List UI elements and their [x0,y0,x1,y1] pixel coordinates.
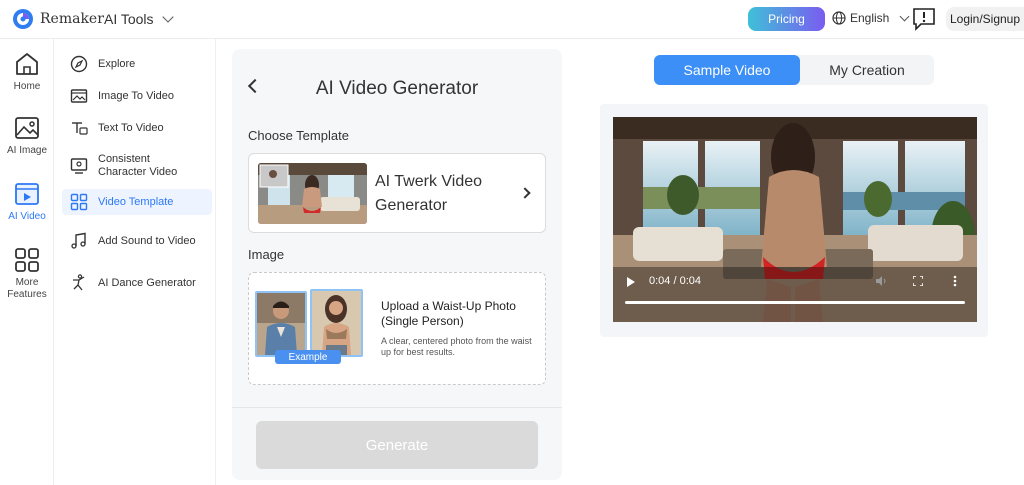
chevron-down-icon [161,11,174,23]
submenu-item-text-to-video[interactable]: Text To Video [62,119,212,137]
submenu-item-label: AI Dance Generator [98,276,196,289]
video-time: 0:04 / 0:04 [649,275,701,287]
rail-item-label: More Features [7,277,47,300]
generator-panel: AI Video Generator Choose Template AI Tw… [232,49,562,480]
submenu-item-video-template[interactable]: Video Template [62,189,212,215]
grid-icon [15,248,39,272]
panel-divider [232,407,562,408]
more-options-icon[interactable] [953,275,957,287]
submenu-item-consistent-character-video[interactable]: Consistent Character Video [62,152,212,180]
fullscreen-icon[interactable] [913,276,923,286]
page-title: AI Video Generator [315,78,479,99]
rail-item-label: AI Video [8,211,46,222]
example-badge: Example [275,350,341,364]
globe-icon [832,11,846,25]
rail-item-home[interactable]: Home [0,51,54,93]
tab-my-creation[interactable]: My Creation [800,55,934,85]
feedback-icon[interactable] [912,7,936,31]
submenu-item-image-to-video[interactable]: Image To Video [62,87,212,105]
result-tabs: Sample Video My Creation [654,55,934,85]
submenu-item-label: Image To Video [98,89,175,102]
video-icon [15,183,39,205]
character-video-icon [70,158,88,174]
submenu-item-ai-dance-generator[interactable]: AI Dance Generator [62,269,212,297]
submenu-item-label: Explore [98,57,136,70]
login-signup-button[interactable]: Login/Signup [946,7,1024,31]
submenu-item-label: Video Template [98,195,174,208]
video-submenu: Explore Image To Video Text To Video Con… [54,39,216,485]
language-label: English [850,11,890,25]
rail-item-label: AI Image [6,145,48,156]
rail-item-ai-image[interactable]: AI Image [0,115,54,157]
brand-name[interactable]: Remaker [40,11,104,27]
pricing-button[interactable]: Pricing [748,7,825,31]
submenu-item-label: Add Sound to Video [98,234,196,247]
upload-description: A clear, centered photo from the waist u… [381,336,532,357]
left-rail: Home AI Image AI Video More Features [0,39,54,485]
template-grid-icon [70,193,88,211]
upload-title: Upload a Waist-Up Photo (Single Person) [381,299,516,328]
tab-sample-video[interactable]: Sample Video [654,55,800,85]
home-icon [16,53,38,75]
submenu-item-label: Consistent Character Video [98,153,178,178]
generate-button[interactable]: Generate [256,421,538,469]
rail-item-more-features[interactable]: More Features [0,247,54,301]
choose-template-label: Choose Template [248,128,349,143]
volume-icon[interactable] [875,275,887,287]
chevron-down-icon [899,11,910,21]
image-label: Image [248,247,285,262]
remaker-logo-icon[interactable] [12,8,34,30]
rail-item-label: Home [13,81,41,92]
top-bar: Remaker AI Tools Pricing English Login/S… [0,0,1024,39]
ai-tools-label: AI Tools [104,11,154,27]
image-icon [15,117,39,139]
submenu-item-explore[interactable]: Explore [62,55,212,73]
sample-video-player[interactable]: 0:04 / 0:04 [613,117,977,322]
text-video-icon [72,122,88,135]
template-thumbnail [258,163,367,224]
video-controls: 0:04 / 0:04 [613,267,977,322]
play-icon[interactable] [627,277,635,287]
chevron-right-icon [519,187,531,199]
template-name: AI Twerk Video Generator [375,173,483,214]
image-upload-area[interactable]: Example Upload a Waist-Up Photo (Single … [248,272,546,385]
video-container: 0:04 / 0:04 [600,104,988,337]
rail-item-ai-video[interactable]: AI Video [0,181,54,223]
submenu-item-label: Text To Video [98,121,164,134]
ai-tools-menu[interactable]: AI Tools [104,11,174,27]
example-photo-woman [310,289,363,357]
submenu-item-add-sound-to-video[interactable]: Add Sound to Video [62,227,212,255]
dancer-icon [73,274,85,291]
music-note-icon [71,232,86,249]
video-progress-bar[interactable] [625,301,965,304]
language-selector[interactable]: English [832,11,910,25]
template-selector[interactable]: AI Twerk Video Generator [248,153,546,233]
compass-icon [70,55,88,73]
image-to-video-icon [70,89,88,103]
example-photo-man [255,291,307,357]
